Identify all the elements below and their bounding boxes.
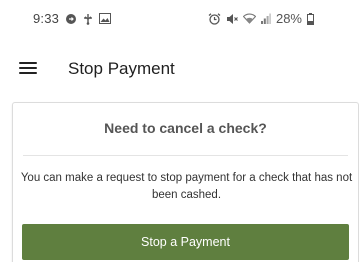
battery-icon	[307, 12, 314, 25]
wifi-icon	[242, 13, 256, 24]
status-right: 28%	[208, 11, 314, 26]
stop-payment-card: Need to cancel a check? You can make a r…	[12, 102, 359, 262]
usb-icon	[83, 13, 93, 25]
menu-line-middle	[19, 67, 37, 69]
image-icon	[99, 13, 112, 24]
status-time: 9:33	[33, 11, 60, 26]
status-bar: 9:33 28%	[0, 0, 359, 40]
app-bar: Stop Payment	[0, 46, 359, 94]
alarm-icon	[208, 12, 221, 25]
status-left: 9:33	[33, 11, 112, 26]
menu-line-top	[19, 62, 37, 64]
stop-a-payment-button[interactable]: Stop a Payment	[22, 224, 349, 260]
mute-icon	[226, 13, 238, 25]
signal-icon	[260, 13, 271, 24]
card-divider	[23, 155, 348, 156]
card-title: Need to cancel a check?	[104, 120, 267, 136]
circle-arrow-icon	[65, 13, 77, 25]
battery-percent: 28%	[275, 11, 302, 26]
page-title: Stop Payment	[68, 59, 175, 78]
card-description: You can make a request to stop payment f…	[20, 172, 353, 201]
hamburger-menu-icon[interactable]	[19, 59, 41, 79]
menu-line-bottom	[19, 72, 37, 74]
app-screen: 9:33 28% Stop Payment Need to cancel a c…	[0, 0, 359, 262]
